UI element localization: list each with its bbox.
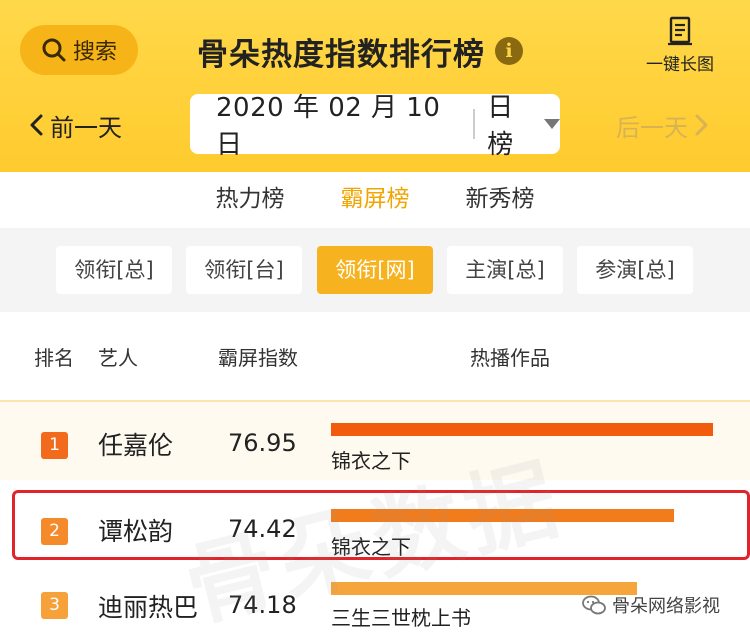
header-score: 霸屏指数 xyxy=(218,346,298,370)
ranking-mode: 日榜 xyxy=(487,93,514,160)
document-icon xyxy=(668,16,692,46)
ranking-tabs: 热力榜 霸屏榜 新秀榜 xyxy=(0,172,750,228)
wechat-icon xyxy=(582,595,606,615)
prev-day-label: 前一天 xyxy=(50,113,122,142)
long-image-button[interactable]: 一键长图 xyxy=(630,16,730,76)
filter-bar: 领衔[总] 领衔[台] 领衔[网] 主演[总] 参演[总] xyxy=(0,228,750,312)
filter-main-total[interactable]: 主演[总] xyxy=(447,246,563,294)
page-title: 骨朵热度指数排行榜 i xyxy=(160,26,560,76)
search-label: 搜索 xyxy=(72,40,117,65)
table-header: 排名 艺人 霸屏指数 热播作品 xyxy=(0,312,750,398)
next-day-button[interactable]: 后一天 xyxy=(616,105,710,145)
info-icon[interactable]: i xyxy=(495,37,523,65)
header-works: 热播作品 xyxy=(470,346,550,370)
tab-newcomer[interactable]: 新秀榜 xyxy=(464,172,537,228)
header-artist: 艺人 xyxy=(98,346,138,370)
artist-name: 迪丽热巴 xyxy=(98,593,199,622)
search-icon xyxy=(42,38,66,62)
long-image-label: 一键长图 xyxy=(646,55,714,75)
chevron-left-icon xyxy=(30,114,43,136)
chevron-right-icon xyxy=(695,114,708,136)
rank-badge: 3 xyxy=(41,592,68,619)
tab-heat[interactable]: 热力榜 xyxy=(214,172,287,228)
filter-support-total[interactable]: 参演[总] xyxy=(577,246,693,294)
header: 搜索 骨朵热度指数排行榜 i 一键长图 前一天 2020 年 02 月 10 日… xyxy=(0,0,750,172)
tab-screen-dominance[interactable]: 霸屏榜 xyxy=(339,172,412,228)
page-title-text: 骨朵热度指数排行榜 xyxy=(197,36,485,73)
wechat-account-name: 骨朵网络影视 xyxy=(612,596,720,617)
header-rank: 排名 xyxy=(34,346,74,370)
date-value: 2020 年 02 月 10 日 xyxy=(216,93,441,160)
search-button[interactable]: 搜索 xyxy=(20,25,138,75)
score-value: 76.95 xyxy=(228,429,297,457)
filter-lead-web[interactable]: 领衔[网] xyxy=(317,246,433,294)
chevron-down-icon[interactable] xyxy=(544,119,560,129)
date-divider xyxy=(473,109,476,139)
date-selector[interactable]: 2020 年 02 月 10 日 日榜 xyxy=(190,93,560,160)
filter-lead-total[interactable]: 领衔[总] xyxy=(56,246,172,294)
filter-lead-tv[interactable]: 领衔[台] xyxy=(186,246,302,294)
next-day-label: 后一天 xyxy=(616,113,688,142)
wechat-account-mark: 骨朵网络影视 xyxy=(582,590,720,620)
artist-name: 任嘉伦 xyxy=(98,431,174,460)
rank-badge: 1 xyxy=(41,432,68,459)
prev-day-button[interactable]: 前一天 xyxy=(28,105,122,145)
